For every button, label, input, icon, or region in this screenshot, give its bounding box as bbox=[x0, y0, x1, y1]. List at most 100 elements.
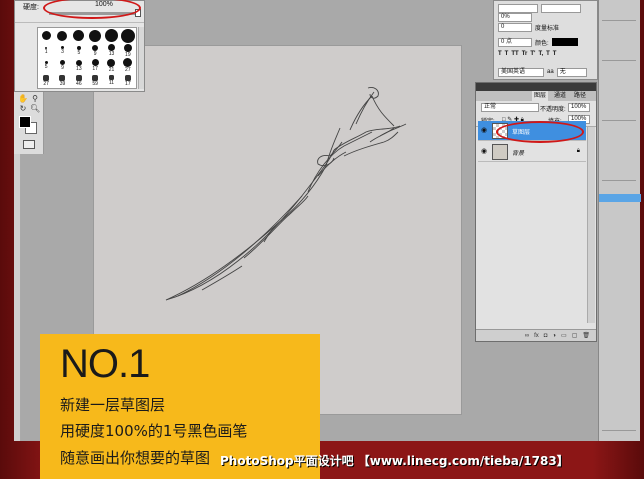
brush-preset[interactable]: 11 bbox=[103, 73, 119, 88]
text-color-swatch[interactable] bbox=[551, 38, 578, 46]
brush-size-label: 13 bbox=[76, 65, 82, 72]
brush-tip-icon bbox=[57, 30, 68, 41]
opacity-field[interactable]: 100% bbox=[568, 103, 590, 112]
add-mask-icon[interactable]: ◘ bbox=[544, 333, 548, 339]
brush-preset[interactable]: 17 bbox=[120, 73, 136, 88]
brush-preset[interactable]: 27 bbox=[120, 58, 136, 73]
adjustment-layer-icon[interactable]: ◑ bbox=[552, 333, 556, 339]
brush-tip-icon bbox=[123, 58, 133, 67]
blend-mode-select[interactable]: 正常 bbox=[481, 103, 539, 112]
brush-size-label: 21 bbox=[108, 66, 115, 73]
layers-bottom-bar: ∞ fx ◘ ◑ ▭ ▢ 🗑︎ bbox=[476, 329, 596, 341]
layers-scrollbar[interactable] bbox=[587, 127, 595, 323]
brush-preset[interactable] bbox=[54, 28, 70, 43]
foreground-color-swatch[interactable] bbox=[19, 116, 31, 128]
brush-size-label: 59 bbox=[92, 80, 98, 87]
layers-titlebar[interactable] bbox=[476, 83, 596, 91]
brush-preset[interactable]: 59 bbox=[87, 73, 103, 88]
brush-size-label: 39 bbox=[59, 80, 66, 87]
brush-preset[interactable]: 9 bbox=[54, 58, 70, 73]
quick-mask-button[interactable] bbox=[23, 140, 35, 149]
dock-selected-item[interactable] bbox=[599, 194, 641, 202]
hand-tool-icon[interactable]: ✋ bbox=[18, 94, 28, 104]
baseline-field[interactable]: 0 点 bbox=[498, 37, 532, 47]
dock-divider bbox=[602, 430, 636, 431]
dock-divider bbox=[602, 120, 636, 121]
layers-tab[interactable]: 路径 bbox=[572, 91, 588, 101]
brush-preset[interactable]: 9 bbox=[87, 43, 103, 58]
brush-preset[interactable]: 5 bbox=[71, 43, 87, 58]
rotate-tool-icon[interactable]: ↻ bbox=[18, 104, 28, 114]
brush-preset[interactable]: 27 bbox=[38, 73, 54, 88]
layers-tab[interactable]: 通道 bbox=[552, 91, 568, 101]
metrics-label: 度量标准 bbox=[535, 25, 560, 32]
brush-grid-scrollbar[interactable] bbox=[138, 27, 144, 89]
text-style-button[interactable]: TT bbox=[511, 51, 518, 57]
text-style-button[interactable]: T, bbox=[538, 51, 543, 57]
layer-style-icon[interactable]: fx bbox=[534, 333, 539, 339]
eye-icon[interactable]: ◉ bbox=[481, 148, 489, 156]
brush-preset[interactable]: 17 bbox=[87, 58, 103, 73]
brush-size-label: 3 bbox=[61, 49, 64, 55]
watermark-footer: PhotoShop平面设计吧 【www.linecg.com/tieba/178… bbox=[220, 454, 569, 468]
char-row-kerning: 0 度量标准 bbox=[498, 22, 559, 32]
brush-size-label: 5 bbox=[77, 49, 81, 56]
brush-preset[interactable]: 39 bbox=[54, 73, 70, 88]
brush-preset[interactable] bbox=[87, 28, 103, 43]
brush-tip-icon bbox=[120, 28, 135, 43]
brush-size-label: 17 bbox=[92, 66, 98, 72]
brush-size-label: 9 bbox=[93, 50, 97, 57]
char-row-language: 美国英语 aa 无 bbox=[498, 67, 587, 77]
brush-preset[interactable]: 3 bbox=[54, 43, 70, 58]
layers-tabs: 图层 通道 路径 bbox=[476, 91, 596, 101]
brush-tip-icon bbox=[104, 29, 118, 42]
brush-preset[interactable] bbox=[103, 28, 119, 43]
opacity-label: 不透明度: bbox=[540, 107, 566, 113]
brush-preset[interactable]: 5 bbox=[38, 58, 54, 73]
brush-size-label: 1 bbox=[44, 48, 48, 55]
text-style-buttons: T T TT Tr T' T, T T bbox=[498, 51, 556, 57]
dock-divider bbox=[602, 20, 636, 21]
layers-panel: 图层通道路径 正常 不透明度: 100% 锁定: □ ✎ ✚ 🔒︎ 填充: 10… bbox=[475, 82, 597, 342]
brush-tip-icon bbox=[89, 29, 102, 42]
tracking-field[interactable]: 0% bbox=[498, 12, 532, 22]
text-style-button[interactable]: T bbox=[553, 51, 557, 57]
delete-layer-icon[interactable]: 🗑︎ bbox=[582, 332, 590, 339]
brush-size-label: 5 bbox=[44, 64, 48, 70]
caption-line-1: 新建一层草图层 bbox=[60, 396, 166, 414]
brush-preset[interactable]: 13 bbox=[71, 58, 87, 73]
new-group-icon[interactable]: ▭ bbox=[561, 332, 567, 339]
text-style-button[interactable]: Tr bbox=[522, 51, 528, 57]
text-style-button[interactable]: T' bbox=[530, 51, 535, 57]
layers-tab[interactable]: 图层 bbox=[531, 91, 548, 101]
hardness-label: 硬度: bbox=[23, 4, 39, 11]
new-layer-icon[interactable]: ▢ bbox=[572, 332, 578, 339]
toolbox: ✋ ⚲ ↻ 🔍︎ bbox=[14, 92, 44, 154]
link-layers-icon[interactable]: ∞ bbox=[525, 333, 529, 339]
antialias-select[interactable]: 无 bbox=[556, 67, 587, 77]
text-style-button[interactable]: T bbox=[546, 51, 550, 57]
layer-name[interactable]: 背景 bbox=[512, 148, 524, 157]
brush-preset[interactable]: 19 bbox=[120, 43, 136, 58]
brush-size-label: 9 bbox=[61, 65, 64, 71]
caption-line-2: 用硬度100%的1号黑色画笔 bbox=[60, 422, 248, 440]
language-select[interactable]: 美国英语 bbox=[498, 67, 544, 77]
text-style-button[interactable]: T bbox=[505, 51, 509, 57]
zoom-tool-icon[interactable]: ⚲ bbox=[30, 94, 40, 104]
leading-field[interactable] bbox=[541, 3, 581, 13]
lock-icon: 🔒︎ bbox=[576, 148, 580, 154]
brush-preset[interactable]: 21 bbox=[103, 58, 119, 73]
brush-preset[interactable]: 46 bbox=[71, 73, 87, 88]
kerning-field[interactable]: 0 bbox=[498, 22, 532, 32]
brush-preset[interactable]: 1 bbox=[38, 43, 54, 58]
layer-row-background[interactable]: ◉ 背景 🔒︎ bbox=[478, 142, 586, 162]
brush-tip-icon bbox=[107, 58, 116, 67]
brush-preset[interactable]: 13 bbox=[103, 43, 119, 58]
brush-preset[interactable] bbox=[71, 28, 87, 43]
char-row-tracking: 0% bbox=[498, 12, 532, 22]
magnify-icon[interactable]: 🔍︎ bbox=[30, 104, 40, 114]
text-style-button[interactable]: T bbox=[498, 51, 502, 57]
brush-preset[interactable] bbox=[120, 28, 136, 43]
brush-preset[interactable] bbox=[38, 28, 54, 43]
eye-icon[interactable]: ◉ bbox=[481, 127, 489, 135]
